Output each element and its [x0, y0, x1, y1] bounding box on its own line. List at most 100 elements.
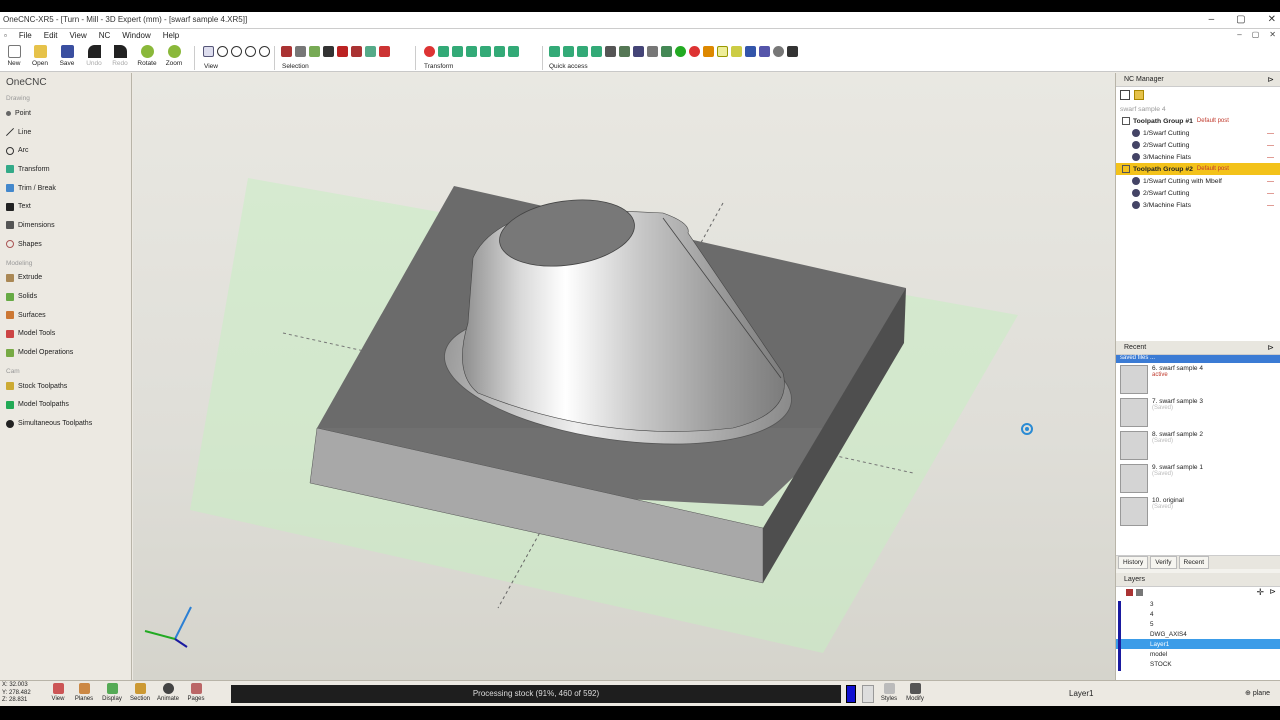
recent-item[interactable]: 8. swarf sample 2 (Saved): [1116, 429, 1280, 462]
style-swatch[interactable]: [862, 685, 874, 703]
tool-model-operations[interactable]: Model Operations: [0, 343, 131, 362]
tool-solids[interactable]: Solids: [0, 287, 131, 306]
select-all-icon[interactable]: [379, 46, 390, 57]
layer-row[interactable]: 4: [1116, 609, 1280, 619]
layer-row[interactable]: 3: [1116, 599, 1280, 609]
nc-new-icon[interactable]: [1120, 90, 1130, 100]
select-chain-icon[interactable]: [295, 46, 306, 57]
move-icon[interactable]: [438, 46, 449, 57]
rotate-button[interactable]: Rotate: [135, 45, 159, 67]
toolpath-row[interactable]: 1/Swarf Cutting with Mbelf —: [1116, 175, 1280, 187]
select-face-icon[interactable]: [337, 46, 348, 57]
quick-table-icon[interactable]: [619, 46, 630, 57]
current-plane[interactable]: ⊕ plane: [1245, 689, 1270, 697]
current-layer[interactable]: Layer1: [1069, 689, 1093, 698]
app-menu-icon[interactable]: ▫: [4, 31, 7, 40]
status-styles-button[interactable]: Styles: [876, 683, 902, 702]
tool-simultaneous-toolpaths[interactable]: Simultaneous Toolpaths: [0, 414, 131, 433]
quick-measure-icon[interactable]: [661, 46, 672, 57]
layer-add-icon[interactable]: ✛: [1256, 587, 1264, 598]
quick-green-dot-icon[interactable]: [675, 46, 686, 57]
graphics-viewport[interactable]: [133, 73, 1115, 680]
layer-row[interactable]: DWG_AXIS4: [1116, 629, 1280, 639]
select-window-icon[interactable]: [309, 46, 320, 57]
toolpath-row[interactable]: 3/Machine Flats —: [1116, 199, 1280, 211]
mirror-icon[interactable]: [480, 46, 491, 57]
layer-visibility-icon[interactable]: [1126, 589, 1133, 596]
tool-surfaces[interactable]: Surfaces: [0, 306, 131, 325]
mdi-minimize-button[interactable]: –: [1237, 30, 1241, 39]
menu-file[interactable]: File: [19, 31, 32, 40]
status-display-button[interactable]: Display: [99, 683, 125, 702]
tool-stock-toolpaths[interactable]: Stock Toolpaths: [0, 377, 131, 396]
quick-shape-icon[interactable]: [703, 46, 714, 57]
layer-row[interactable]: STOCK: [1116, 659, 1280, 669]
layer-lock-icon[interactable]: [1136, 589, 1143, 596]
maximize-button[interactable]: ▢: [1236, 14, 1245, 25]
select-solid-icon[interactable]: [323, 46, 334, 57]
tool-model-tools[interactable]: Model Tools: [0, 325, 131, 344]
tool-model-toolpaths[interactable]: Model Toolpaths: [0, 396, 131, 415]
quick-red-dot-icon[interactable]: [689, 46, 700, 57]
tool-transform[interactable]: Transform: [0, 160, 131, 179]
mdi-close-button[interactable]: ✕: [1269, 30, 1276, 39]
toolpath-row[interactable]: 3/Machine Flats —: [1116, 151, 1280, 163]
tab-recent[interactable]: Recent: [1178, 556, 1210, 569]
quick-arc-icon[interactable]: [563, 46, 574, 57]
quick-misc-icon[interactable]: [787, 46, 798, 57]
tool-trim-break[interactable]: Trim / Break: [0, 179, 131, 198]
zoom-in-icon[interactable]: [217, 46, 228, 57]
tool-text[interactable]: Text: [0, 197, 131, 216]
view-icon[interactable]: [203, 46, 214, 57]
quick-line-icon[interactable]: [549, 46, 560, 57]
close-button[interactable]: ✕: [1268, 14, 1276, 25]
menu-nc[interactable]: NC: [99, 31, 111, 40]
zoom-button[interactable]: Zoom: [162, 45, 186, 67]
pin-icon[interactable]: ⊳: [1267, 75, 1274, 84]
zoom-out-icon[interactable]: [231, 46, 242, 57]
status-animate-button[interactable]: Animate: [155, 683, 181, 702]
tab-history[interactable]: History: [1118, 556, 1149, 569]
quick-settings-icon[interactable]: [773, 46, 784, 57]
undo-button[interactable]: Undo: [82, 45, 106, 67]
select-color-icon[interactable]: [365, 46, 376, 57]
quick-grid-icon[interactable]: [605, 46, 616, 57]
recent-selected-row[interactable]: saved files ...: [1116, 355, 1280, 363]
status-planes-button[interactable]: Planes: [71, 683, 97, 702]
recent-item[interactable]: 7. swarf sample 3 (Saved): [1116, 396, 1280, 429]
new-button[interactable]: New: [2, 45, 26, 67]
minimize-button[interactable]: –: [1209, 14, 1215, 25]
status-modify-button[interactable]: Modify: [902, 683, 928, 702]
scale-icon[interactable]: [494, 46, 505, 57]
menu-help[interactable]: Help: [163, 31, 179, 40]
layer-pin-icon[interactable]: ⊳: [1269, 587, 1276, 596]
quick-extend-icon[interactable]: [591, 46, 602, 57]
recent-item[interactable]: 10. original (Saved): [1116, 495, 1280, 528]
stop-icon[interactable]: [424, 46, 435, 57]
menu-window[interactable]: Window: [122, 31, 150, 40]
progress-color-swatch[interactable]: [846, 685, 856, 703]
toolpath-row[interactable]: 1/Swarf Cutting —: [1116, 127, 1280, 139]
tool-arc[interactable]: Arc: [0, 141, 131, 160]
quick-square-icon[interactable]: [717, 46, 728, 57]
open-button[interactable]: Open: [28, 45, 52, 67]
toolpath-group-row[interactable]: Toolpath Group #2 Default post: [1116, 163, 1280, 175]
redo-button[interactable]: Redo: [108, 45, 132, 67]
zoom-fit-icon[interactable]: [245, 46, 256, 57]
toolpath-row[interactable]: 2/Swarf Cutting —: [1116, 139, 1280, 151]
tab-verify[interactable]: Verify: [1150, 556, 1177, 569]
toolpath-group-row[interactable]: Toolpath Group #1 Default post: [1116, 115, 1280, 127]
status-section-button[interactable]: Section: [127, 683, 153, 702]
pin-icon[interactable]: ⊳: [1267, 343, 1274, 352]
quick-pencil-icon[interactable]: [731, 46, 742, 57]
status-view-button[interactable]: View: [45, 683, 71, 702]
recent-item[interactable]: 9. swarf sample 1 (Saved): [1116, 462, 1280, 495]
layer-row[interactable]: model: [1116, 649, 1280, 659]
quick-arrow-icon[interactable]: [745, 46, 756, 57]
quick-trim-icon[interactable]: [577, 46, 588, 57]
toolpath-row[interactable]: 2/Swarf Cutting —: [1116, 187, 1280, 199]
tool-dimensions[interactable]: Dimensions: [0, 216, 131, 235]
tool-shapes[interactable]: Shapes: [0, 235, 131, 254]
recent-item[interactable]: 6. swarf sample 4 active: [1116, 363, 1280, 396]
select-layer-icon[interactable]: [351, 46, 362, 57]
